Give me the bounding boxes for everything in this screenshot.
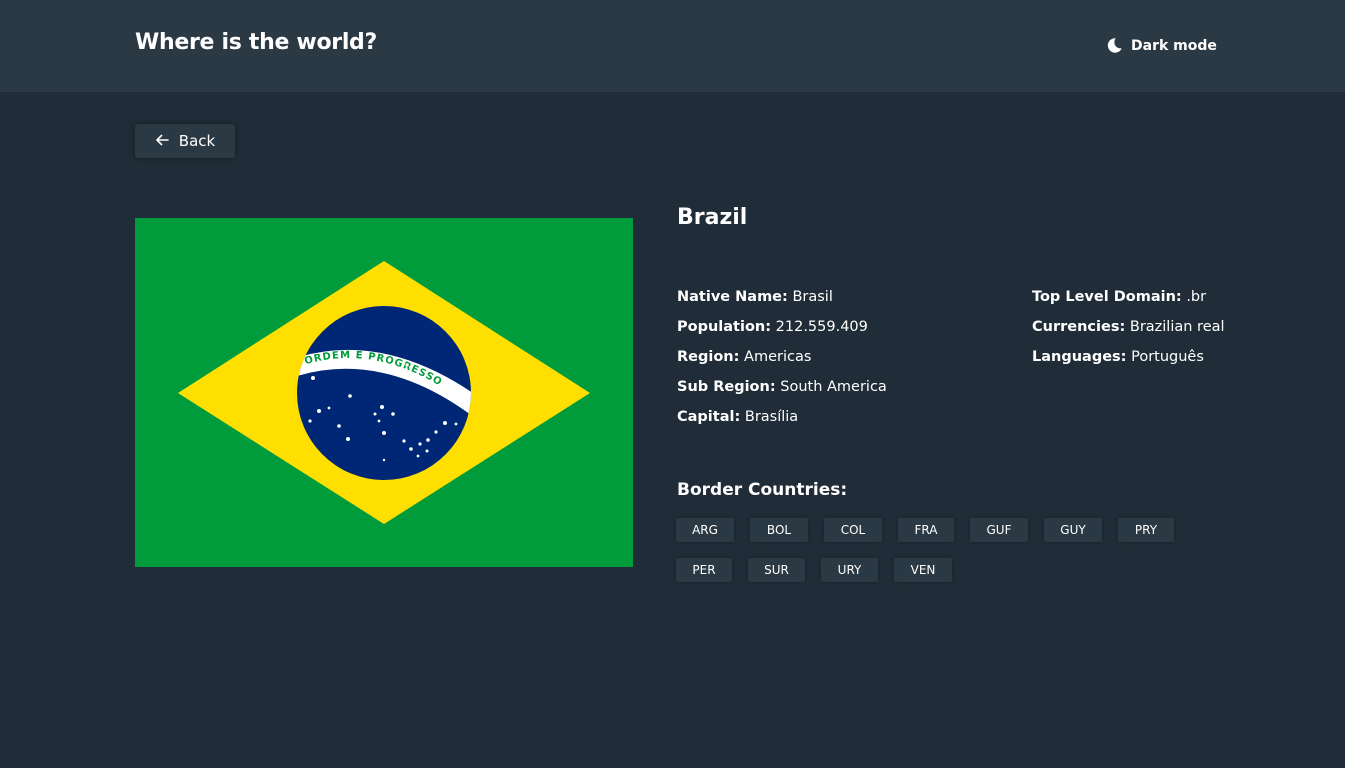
border-country-chip-ury[interactable]: URY <box>821 558 878 582</box>
country-facts-secondary: Top Level Domain: .br Currencies: Brazil… <box>1032 286 1225 376</box>
population-label: Population: <box>677 319 772 335</box>
fact-native-name: Native Name: Brasil <box>677 286 887 316</box>
border-country-chip-bol[interactable]: BOL <box>750 518 808 542</box>
border-countries-title: Border Countries: <box>677 480 848 500</box>
border-country-chip-arg[interactable]: ARG <box>676 518 734 542</box>
dark-mode-toggle[interactable]: Dark mode <box>1106 37 1217 54</box>
border-country-chip-guf[interactable]: GUF <box>970 518 1028 542</box>
country-facts-primary: Native Name: Brasil Population: 212.559.… <box>677 286 887 436</box>
back-label: Back <box>178 132 216 150</box>
country-flag-image: ORDEM E PROGRESSO <box>135 218 633 567</box>
sub-region-value: South America <box>780 379 887 395</box>
region-value: Americas <box>744 349 812 365</box>
fact-top-level-domain: Top Level Domain: .br <box>1032 286 1225 316</box>
region-label: Region: <box>677 349 740 365</box>
app-title: Where is the world? <box>135 30 377 55</box>
capital-label: Capital: <box>677 409 741 425</box>
border-country-chip-fra[interactable]: FRA <box>898 518 954 542</box>
country-name: Brazil <box>677 205 748 230</box>
fact-capital: Capital: Brasília <box>677 406 887 436</box>
fact-population: Population: 212.559.409 <box>677 316 887 346</box>
border-country-chip-per[interactable]: PER <box>676 558 732 582</box>
fact-currencies: Currencies: Brazilian real <box>1032 316 1225 346</box>
currencies-value: Brazilian real <box>1129 319 1225 335</box>
border-country-chip-pry[interactable]: PRY <box>1118 518 1174 542</box>
fact-region: Region: Americas <box>677 346 887 376</box>
dark-mode-label: Dark mode <box>1131 37 1217 54</box>
tld-value: .br <box>1186 289 1207 305</box>
currencies-label: Currencies: <box>1032 319 1126 335</box>
moon-icon <box>1106 37 1123 54</box>
top-header: Where is the world? Dark mode <box>0 0 1345 92</box>
native-name-value: Brasil <box>792 289 833 305</box>
border-country-chip-sur[interactable]: SUR <box>748 558 805 582</box>
fact-sub-region: Sub Region: South America <box>677 376 887 406</box>
native-name-label: Native Name: <box>677 289 788 305</box>
border-country-chip-col[interactable]: COL <box>824 518 882 542</box>
languages-value: Português <box>1131 349 1204 365</box>
border-country-chip-ven[interactable]: VEN <box>894 558 952 582</box>
population-value: 212.559.409 <box>775 319 868 335</box>
back-button[interactable]: Back <box>135 124 235 158</box>
languages-label: Languages: <box>1032 349 1127 365</box>
border-country-chip-guy[interactable]: GUY <box>1044 518 1102 542</box>
sub-region-label: Sub Region: <box>677 379 776 395</box>
arrow-left-icon <box>155 132 169 150</box>
capital-value: Brasília <box>744 409 799 425</box>
fact-languages: Languages: Português <box>1032 346 1225 376</box>
tld-label: Top Level Domain: <box>1032 289 1182 305</box>
